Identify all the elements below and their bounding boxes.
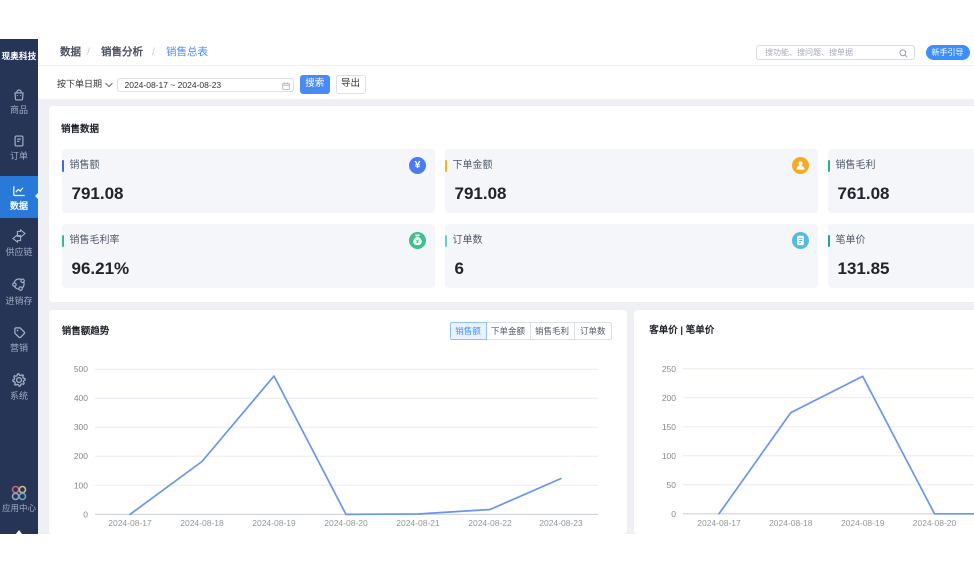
svg-text:250: 250: [662, 364, 676, 374]
svg-text:2024-08-23: 2024-08-23: [539, 518, 583, 528]
svg-text:0: 0: [671, 509, 676, 519]
svg-text:50: 50: [667, 480, 677, 490]
svg-text:0: 0: [83, 509, 88, 519]
svg-text:400: 400: [74, 393, 88, 403]
svg-text:2024-08-20: 2024-08-20: [913, 518, 957, 528]
svg-text:200: 200: [662, 393, 676, 403]
svg-text:100: 100: [74, 480, 88, 490]
svg-text:500: 500: [74, 364, 88, 374]
svg-text:100: 100: [662, 451, 676, 461]
svg-text:2024-08-19: 2024-08-19: [841, 518, 885, 528]
svg-text:2024-08-21: 2024-08-21: [396, 518, 440, 528]
svg-text:2024-08-17: 2024-08-17: [108, 518, 152, 528]
svg-text:2024-08-20: 2024-08-20: [324, 518, 368, 528]
svg-text:2024-08-22: 2024-08-22: [468, 518, 512, 528]
svg-text:2024-08-19: 2024-08-19: [252, 518, 296, 528]
svg-text:2024-08-17: 2024-08-17: [697, 518, 741, 528]
svg-text:300: 300: [74, 422, 88, 432]
svg-text:200: 200: [74, 451, 88, 461]
svg-text:150: 150: [662, 422, 676, 432]
svg-text:2024-08-18: 2024-08-18: [769, 518, 813, 528]
svg-text:2024-08-18: 2024-08-18: [180, 518, 224, 528]
